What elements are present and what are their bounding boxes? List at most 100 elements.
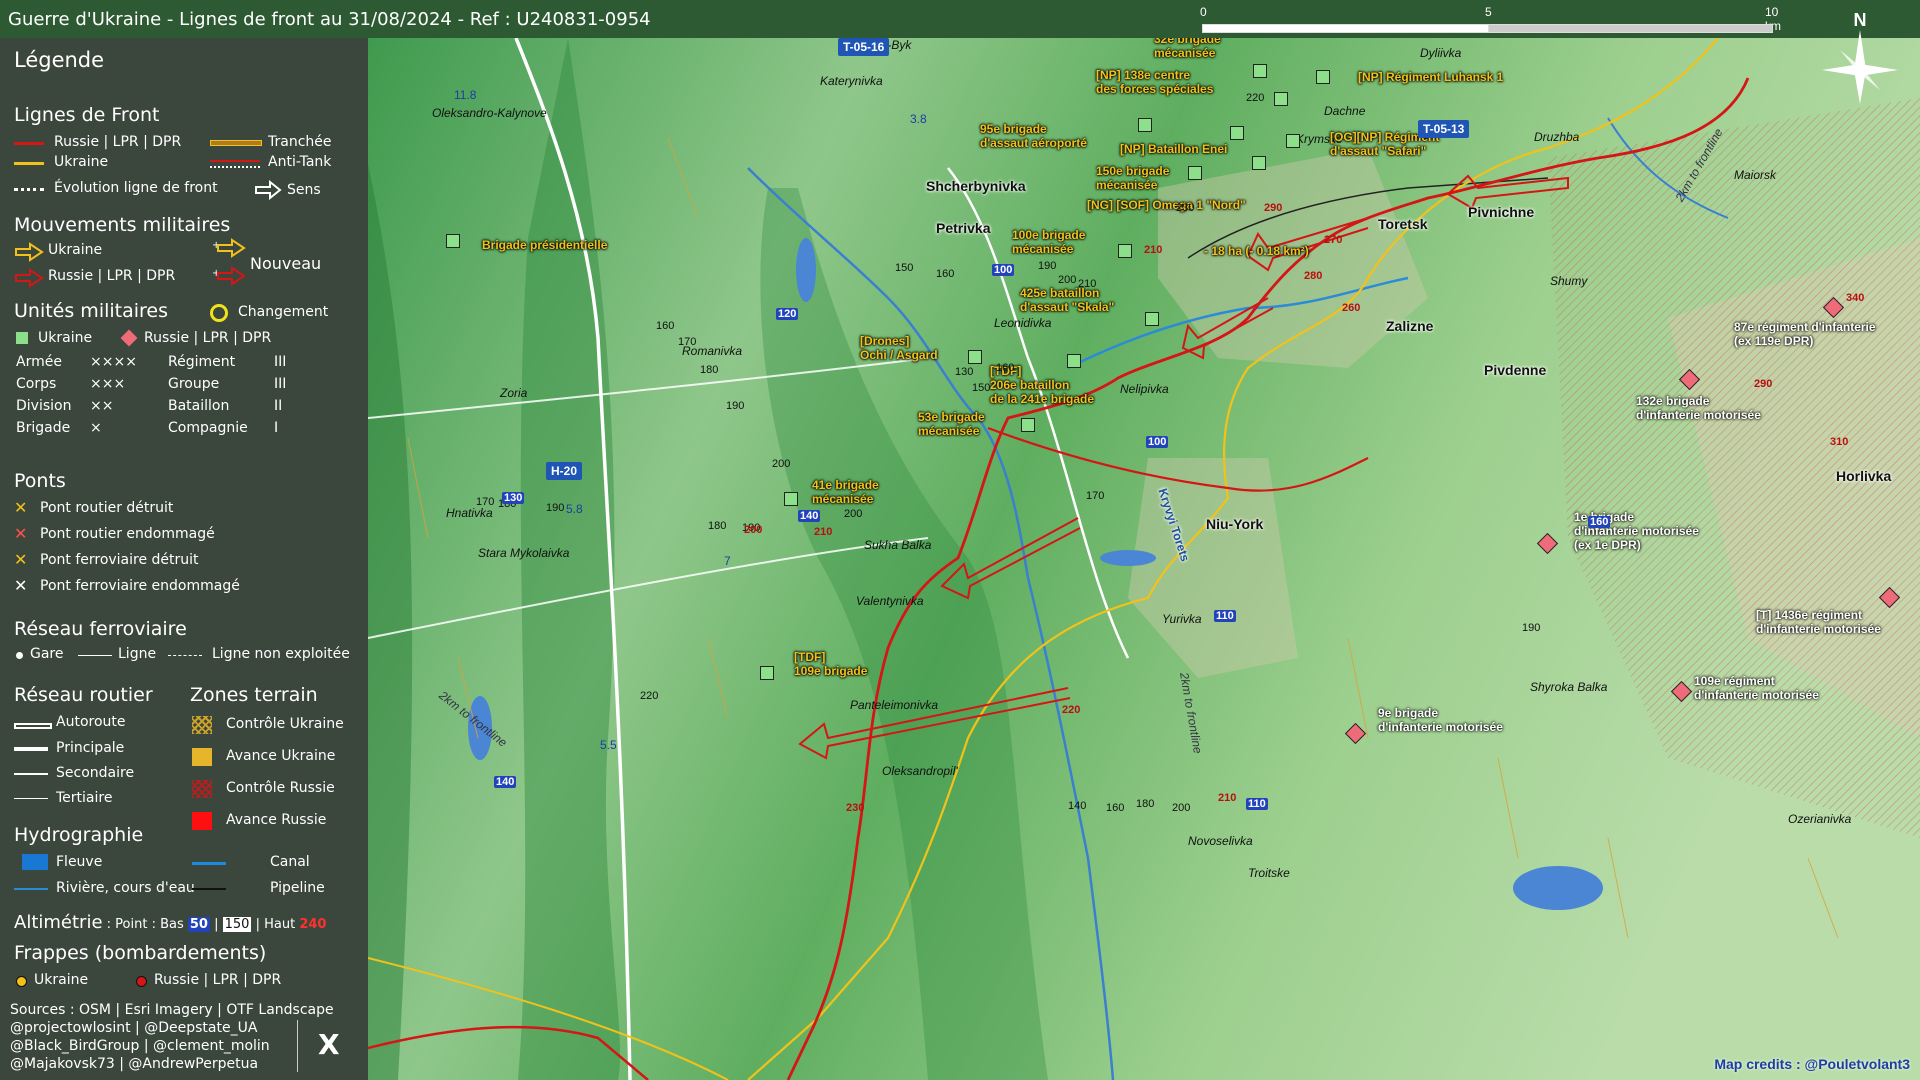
ukraine-unit-label: [Drones] Ochi / Asgard [860, 334, 938, 362]
place-label: Oleksandro-Kalynove [432, 106, 547, 120]
antitank-label: Anti-Tank [268, 154, 332, 170]
place-label: Dachne [1324, 104, 1366, 118]
place-label: Hnativka [446, 506, 493, 520]
ukraine-unit-icon[interactable] [1188, 166, 1202, 180]
place-label: Zoria [500, 386, 528, 400]
map-credits[interactable]: Map credits : @Pouletvolant3 [1714, 1056, 1910, 1072]
north-arrow: N [1810, 4, 1910, 114]
ukraine-unit-icon[interactable] [1118, 244, 1132, 258]
echelon-name: Groupe [168, 376, 220, 392]
place-label: Dyliivka [1420, 46, 1462, 60]
altitude-point-low: 140 [494, 776, 517, 788]
x-logo-icon[interactable]: X [318, 1028, 340, 1061]
ukraine-unit-icon[interactable] [1253, 64, 1267, 78]
ukraine-unit-label: Brigade présidentielle [482, 238, 608, 252]
ukraine-line-label: Ukraine [54, 154, 109, 170]
title-bar: Guerre d'Ukraine - Lignes de front au 31… [0, 0, 1920, 38]
ukraine-unit-icon[interactable] [1021, 418, 1035, 432]
altitude-point: 230 [1176, 202, 1195, 214]
motorway-swatch [14, 723, 52, 729]
road-number: 3.8 [910, 112, 927, 126]
ukraine-unit-icon[interactable] [784, 492, 798, 506]
altitude-point: 160 [996, 362, 1015, 374]
place-label: Shumy [1550, 274, 1588, 288]
altitude-point: 160 [656, 320, 675, 332]
pipeline-label: Pipeline [270, 880, 325, 896]
ukraine-unit-icon[interactable] [1145, 312, 1159, 326]
ukraine-unit-label: [TDF] 109e brigade [794, 650, 868, 678]
russia-unit-label: 109e régiment d'infanterie motorisée [1694, 674, 1819, 702]
road-label-1: Principale [56, 740, 125, 756]
altitude-point: 200 [772, 458, 791, 470]
ukraine-unit-icon[interactable] [1286, 134, 1300, 148]
zone-label-1: Avance Ukraine [226, 748, 336, 764]
pipeline-swatch [192, 888, 226, 890]
ukraine-unit-icon[interactable] [1274, 92, 1288, 106]
altitude-point-high: 220 [1062, 704, 1081, 716]
zone-russia-control-swatch [192, 780, 212, 798]
altitude-point-high: 200 [744, 524, 763, 536]
ukraine-unit-icon[interactable] [1316, 70, 1330, 84]
altitude-point-low: 120 [776, 308, 799, 320]
road-number: 7 [724, 554, 731, 568]
altitude-point: 220 [1246, 92, 1265, 104]
altitude-point: 150 [972, 382, 991, 394]
sources-divider [297, 1020, 298, 1072]
trench-swatch [210, 140, 262, 146]
legend-panel: Légende Lignes de Front Russie | LPR | D… [0, 38, 368, 1080]
ukraine-unit-icon[interactable] [446, 234, 460, 248]
area-change-annotation: - 18 ha (- 0.18 km²) [1204, 244, 1309, 258]
ukraine-unit-icon[interactable] [968, 350, 982, 364]
altitude-point: 200 [1172, 802, 1191, 814]
road-sign: H-20 [546, 462, 583, 480]
ukraine-unit-icon[interactable] [1067, 354, 1081, 368]
russia-arrow-icon [15, 268, 44, 288]
altitude-point: 180 [700, 364, 719, 376]
bridge-rail-damaged-label: Pont ferroviaire endommagé [40, 578, 240, 594]
direction-arrow-icon [255, 180, 282, 200]
ukraine-unit-label: [NP] Bataillon Enei [1120, 142, 1228, 156]
units-heading: Unités militaires [14, 300, 169, 322]
place-label: Novoselivka [1188, 834, 1253, 848]
road-sign: T-05-13 [1418, 120, 1470, 138]
bridges-heading: Ponts [14, 470, 66, 492]
altitude-point-low: 140 [798, 510, 821, 522]
altitude-point: 180 [708, 520, 727, 532]
zone-ukraine-advance-swatch [192, 748, 212, 766]
ukraine-unit-icon[interactable] [1230, 126, 1244, 140]
bridge-rail-destroyed-icon: ✕ [14, 550, 28, 569]
ukraine-unit-icon[interactable] [1252, 156, 1266, 170]
russia-unit-swatch [120, 329, 138, 347]
movement-ukraine-label: Ukraine [48, 242, 103, 258]
strike-ukraine-icon [16, 976, 27, 987]
bridge-road-destroyed-label: Pont routier détruit [40, 500, 174, 516]
map-title: Guerre d'Ukraine - Lignes de front au 31… [8, 9, 651, 30]
place-label: Druzhba [1534, 130, 1580, 144]
map-area[interactable]: Shcherbynivka Petrivka Toretsk Pivnichne Zal… [368, 32, 1920, 1080]
altitude-point-low: 100 [1146, 436, 1169, 448]
roads-heading: Réseau routier [14, 684, 153, 706]
altitude-point: 180 [1136, 798, 1155, 810]
echelon-symbol: ×××× [90, 354, 137, 370]
altitude-point: 170 [1086, 490, 1105, 502]
rail-unused-swatch [168, 655, 202, 656]
russia-unit-label: Russie | LPR | DPR [144, 330, 272, 346]
altitude-point-low: 110 [1246, 798, 1268, 810]
ukraine-unit-swatch [16, 332, 28, 344]
road-number: 5.8 [566, 502, 583, 516]
road-sign: T-05-16 [838, 38, 890, 56]
place-label: Sukha Balka [864, 538, 932, 552]
ukraine-unit-label: 95e brigade d'assaut aéroporté [980, 122, 1087, 150]
ukraine-unit-icon[interactable] [1138, 118, 1152, 132]
altitude-point-high: 290 [1264, 202, 1283, 214]
zone-ukraine-control-swatch [192, 716, 212, 734]
rail-line-label: Ligne [118, 646, 157, 662]
river-label-legend: Fleuve [56, 854, 103, 870]
ukraine-unit-icon[interactable] [760, 666, 774, 680]
bridge-road-damaged-icon: ✕ [14, 524, 28, 543]
altitude-point-high: 230 [846, 802, 865, 814]
stream-label: Rivière, cours d'eau [56, 880, 195, 896]
altitude-point: 160 [1106, 802, 1125, 814]
place-label: Oleksandropil' [882, 764, 958, 778]
altitude-point-high: 210 [1218, 792, 1237, 804]
